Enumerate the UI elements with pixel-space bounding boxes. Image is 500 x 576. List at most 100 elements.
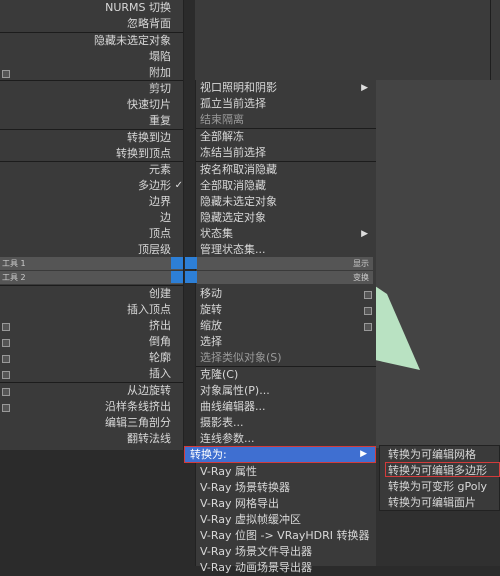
submenu-arrow-icon: ▶	[361, 83, 368, 93]
highlight-box	[385, 462, 500, 477]
settings-box-icon[interactable]	[2, 355, 10, 363]
quad-bar-tools2-left: 工具 2	[0, 271, 183, 284]
menu-item[interactable]: 隐藏未选定对象	[196, 194, 376, 210]
submenu-arrow-icon: ▶	[360, 449, 367, 459]
menu-item[interactable]: 全部解冻	[196, 129, 376, 145]
menu-item-label: 转换到顶点	[116, 147, 171, 160]
settings-box-icon[interactable]	[2, 323, 10, 331]
menu-item[interactable]: 选择	[196, 334, 376, 350]
menu-item-label: 边界	[149, 195, 171, 208]
menu-item[interactable]: 状态集 ▶	[196, 226, 376, 242]
settings-box-icon[interactable]	[364, 291, 372, 299]
submenu-item-label: 转换为可编辑网格	[388, 448, 476, 461]
menu-item[interactable]: 管理状态集...	[196, 242, 376, 258]
menu-item[interactable]: 倒角	[0, 334, 183, 350]
menu-item[interactable]: 转换到顶点	[0, 146, 183, 162]
menu-item-label: 转换为:	[190, 448, 227, 461]
menu-item[interactable]: 冻结当前选择	[196, 145, 376, 161]
menu-item[interactable]: V-Ray 场景转换器	[196, 480, 376, 496]
submenu-item[interactable]: 转换为可编辑网格	[380, 447, 500, 463]
submenu-item[interactable]: 转换为可编辑面片	[380, 495, 500, 511]
menu-item[interactable]: 插入顶点	[0, 302, 183, 318]
menu-item[interactable]: 顶点	[0, 226, 183, 242]
menu-item-label: 重复	[149, 114, 171, 127]
menu-item[interactable]: 重复	[0, 113, 183, 129]
settings-box-icon[interactable]	[364, 323, 372, 331]
menu-item[interactable]: 创建	[0, 286, 183, 302]
menu-item[interactable]: 忽略背面	[0, 16, 183, 32]
menu-item-label: V-Ray 属性	[200, 465, 257, 478]
menu-item[interactable]: V-Ray 属性	[196, 464, 376, 480]
menu-item-label: 塌陷	[149, 50, 171, 63]
menu-item[interactable]: 边界	[0, 194, 183, 210]
menu-item-label: 编辑三角剖分	[105, 416, 171, 429]
menu-item[interactable]: 边	[0, 210, 183, 226]
menu-item[interactable]: V-Ray 虚拟帧缓冲区	[196, 512, 376, 528]
menu-item-label: 孤立当前选择	[200, 97, 266, 110]
menu-item-label: V-Ray 位图 -> VRayHDRI 转换器	[200, 529, 370, 542]
menu-item[interactable]: 多边形 ✓	[0, 178, 183, 194]
menu-item[interactable]: 全部取消隐藏	[196, 178, 376, 194]
menu-item[interactable]: 视口照明和阴影 ▶	[196, 80, 376, 96]
viewport-object-shape	[375, 286, 420, 370]
menu-item[interactable]: V-Ray 位图 -> VRayHDRI 转换器	[196, 528, 376, 544]
menu-item-label: 多边形	[138, 179, 171, 192]
menu-item[interactable]: 元素	[0, 162, 183, 178]
menu-item[interactable]: 快速切片	[0, 97, 183, 113]
menu-item[interactable]: 旋转	[196, 302, 376, 318]
menu-item[interactable]: 轮廓	[0, 350, 183, 366]
menu-item-label: 曲线编辑器...	[200, 400, 266, 413]
menu-item[interactable]: 转换到边	[0, 130, 183, 146]
menu-item-label: 挤出	[149, 319, 171, 332]
settings-box-icon[interactable]	[2, 339, 10, 347]
submenu-item-label: 转换为可变形 gPoly	[388, 480, 488, 493]
menu-item[interactable]: 插入	[0, 366, 183, 382]
menu-item-label: 摄影表...	[200, 416, 244, 429]
menu-item[interactable]: 克隆(C)	[196, 367, 376, 383]
menu-item-label: 旋转	[200, 303, 222, 316]
menu-item-label: 选择	[200, 335, 222, 348]
menu-item[interactable]: 翻转法线	[0, 431, 183, 447]
menu-item[interactable]: 从边旋转	[0, 383, 183, 399]
menu-item[interactable]: 对象属性(P)...	[196, 383, 376, 399]
quad-selector-tr[interactable]	[185, 257, 197, 269]
settings-box-icon[interactable]	[2, 388, 10, 396]
menu-item[interactable]: 沿样条线挤出	[0, 399, 183, 415]
settings-box-icon[interactable]	[2, 70, 10, 78]
quad-bar-label: 工具 2	[2, 273, 26, 282]
menu-item[interactable]: 按名称取消隐藏	[196, 162, 376, 178]
settings-box-icon[interactable]	[2, 371, 10, 379]
menu-item[interactable]: 移动	[196, 286, 376, 302]
menu-item[interactable]: 隐藏选定对象	[196, 210, 376, 226]
submenu-item[interactable]: 转换为可变形 gPoly	[380, 479, 500, 495]
menu-item: 结束隔离	[196, 112, 376, 128]
menu-item[interactable]: 编辑三角剖分	[0, 415, 183, 431]
menu-item[interactable]: 挤出	[0, 318, 183, 334]
quad-selector-br[interactable]	[185, 271, 197, 283]
menu-item-label: 选择类似对象(S)	[200, 351, 282, 364]
menu-item[interactable]: 孤立当前选择	[196, 96, 376, 112]
menu-item-label: 从边旋转	[127, 384, 171, 397]
menu-item[interactable]: V-Ray 动画场景导出器	[196, 560, 376, 576]
menu-item[interactable]: 连线参数...	[196, 431, 376, 447]
menu-item-convert-to[interactable]: 转换为: ▶	[184, 446, 376, 463]
menu-item-label: 附加	[149, 66, 171, 79]
quad-selector-tl[interactable]	[171, 257, 183, 269]
menu-item[interactable]: 附加	[0, 65, 183, 81]
menu-item-label: 克隆(C)	[200, 368, 239, 381]
menu-item[interactable]: 塌陷	[0, 49, 183, 65]
menu-item[interactable]: NURMS 切换	[0, 0, 183, 16]
menu-item[interactable]: 隐藏未选定对象	[0, 33, 183, 49]
menu-item[interactable]: 剪切	[0, 81, 183, 97]
menu-item[interactable]: V-Ray 场景文件导出器	[196, 544, 376, 560]
menu-item[interactable]: 缩放	[196, 318, 376, 334]
menu-item[interactable]: 顶层级	[0, 242, 183, 258]
settings-box-icon[interactable]	[364, 307, 372, 315]
menu-item[interactable]: 摄影表...	[196, 415, 376, 431]
quad-selector-bl[interactable]	[171, 271, 183, 283]
menu-item[interactable]: V-Ray 网格导出	[196, 496, 376, 512]
menu-item[interactable]: 曲线编辑器...	[196, 399, 376, 415]
menu-item-label: 状态集	[200, 227, 233, 240]
settings-box-icon[interactable]	[2, 404, 10, 412]
quad-bar-tools1-left: 工具 1	[0, 257, 183, 270]
